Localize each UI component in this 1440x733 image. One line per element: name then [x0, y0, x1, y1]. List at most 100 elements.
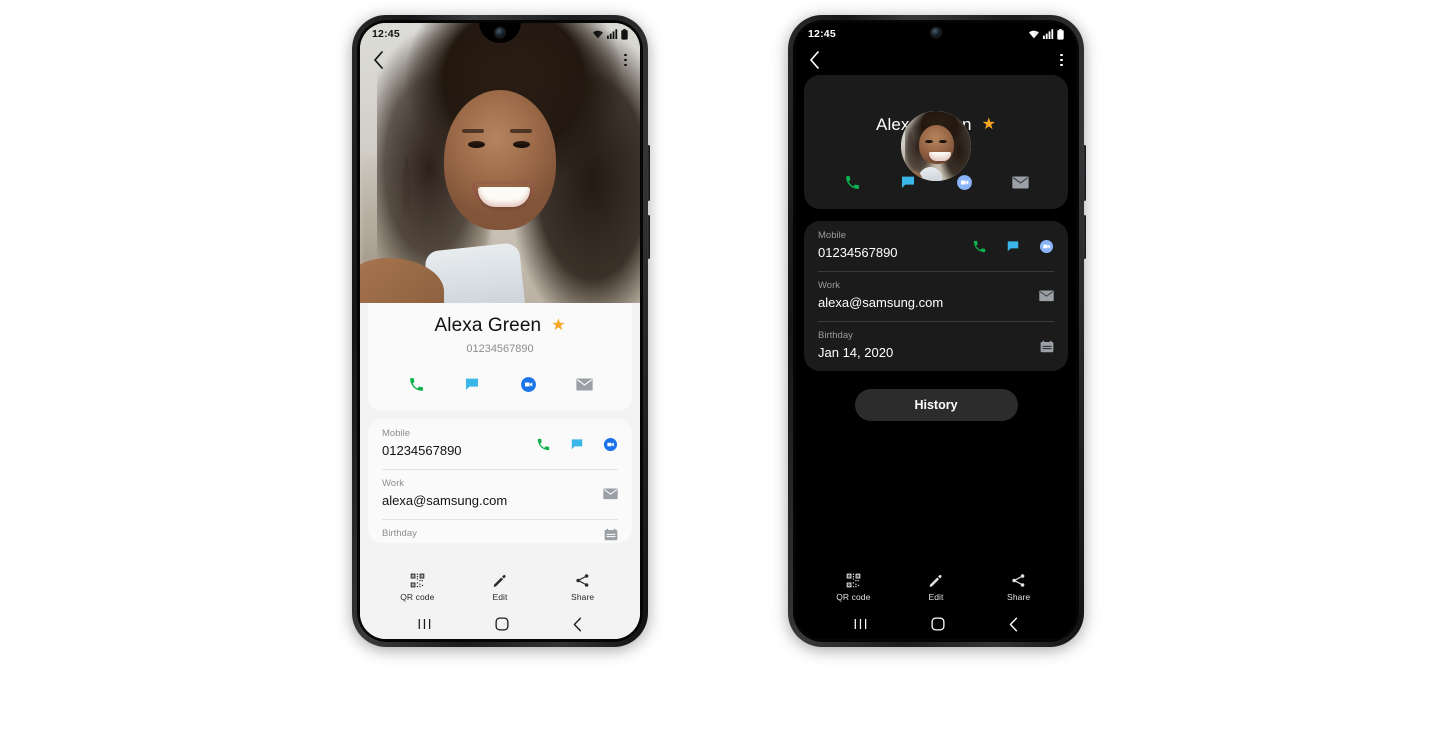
toolbar-qr-code[interactable]: QR code	[823, 573, 883, 602]
toolbar-share[interactable]: Share	[989, 573, 1049, 602]
message-icon[interactable]	[1006, 239, 1020, 253]
app-bar	[796, 45, 1076, 75]
toolbar-label: QR code	[400, 591, 435, 602]
back-nav-icon[interactable]	[572, 617, 583, 632]
detail-row-mobile[interactable]: Mobile 01234567890	[804, 221, 1068, 271]
detail-row-birthday[interactable]: Birthday	[368, 519, 632, 543]
home-icon[interactable]	[931, 617, 945, 631]
contact-details-card: Mobile 01234567890 Work alexa@samsung.co…	[804, 221, 1068, 371]
back-icon[interactable]	[809, 51, 820, 69]
phone-icon[interactable]	[536, 437, 551, 452]
recents-icon[interactable]	[417, 617, 432, 631]
signal-icon	[607, 29, 618, 39]
detail-actions	[1029, 290, 1054, 302]
message-icon[interactable]	[570, 437, 584, 451]
contact-avatar[interactable]	[901, 111, 971, 181]
contact-name-row: Alexa Green ★	[368, 315, 632, 337]
detail-row-work[interactable]: Work alexa@samsung.com	[368, 469, 632, 519]
qr-code-icon	[410, 573, 425, 587]
pencil-icon	[930, 574, 943, 587]
detail-value: alexa@samsung.com	[818, 294, 944, 310]
toolbar-label: Edit	[928, 591, 944, 602]
duo-video-icon[interactable]	[603, 437, 618, 452]
volume-button[interactable]	[1083, 145, 1086, 201]
share-icon	[576, 573, 589, 587]
quick-actions-row	[368, 371, 632, 397]
bottom-toolbar: QR code Edit Share	[796, 565, 1076, 609]
phone-screen-light: 12:45 Alexa Green ★ 01234567890 Mobile 0…	[360, 23, 640, 639]
message-icon	[466, 378, 478, 390]
history-button-wrap: History	[796, 389, 1076, 421]
phone-dark-mode: 12:45 Alexa ★ Mobile 01234567890 Work al…	[788, 15, 1086, 647]
wifi-icon	[1029, 30, 1039, 39]
email-button[interactable]	[571, 371, 597, 397]
power-button[interactable]	[647, 215, 650, 259]
calendar-icon[interactable]	[1040, 340, 1054, 353]
detail-value: 01234567890	[818, 244, 898, 260]
detail-actions	[962, 239, 1054, 254]
phone-icon	[409, 377, 423, 391]
message-button[interactable]	[459, 371, 485, 397]
toolbar-edit[interactable]: Edit	[470, 573, 530, 602]
pencil-icon	[494, 574, 507, 587]
toolbar-label: Edit	[492, 591, 508, 602]
history-button[interactable]: History	[854, 389, 1018, 421]
status-clock: 12:45	[808, 28, 836, 40]
more-options-icon[interactable]	[1060, 53, 1063, 67]
phone-light-mode: 12:45 Alexa Green ★ 01234567890 Mobile 0…	[352, 15, 650, 647]
more-options-icon[interactable]	[624, 53, 627, 67]
status-icons	[1028, 28, 1064, 40]
call-button[interactable]	[839, 169, 865, 195]
qr-code-icon	[846, 573, 861, 587]
detail-label: Mobile	[818, 230, 846, 241]
power-button[interactable]	[1083, 215, 1086, 259]
detail-row-work[interactable]: Work alexa@samsung.com	[804, 271, 1068, 321]
mail-icon[interactable]	[1039, 290, 1054, 302]
contact-header-card: Alexa Green ★ 01234567890	[368, 303, 632, 411]
back-icon[interactable]	[373, 51, 384, 69]
status-bar: 12:45	[360, 23, 640, 45]
bottom-toolbar: QR code Edit Share	[360, 565, 640, 609]
contact-photo-art	[901, 111, 971, 181]
detail-label: Work	[818, 280, 840, 291]
toolbar-label: Share	[571, 591, 595, 602]
phone-icon[interactable]	[972, 239, 987, 254]
share-icon	[1012, 573, 1025, 587]
calendar-icon[interactable]	[604, 528, 618, 541]
status-icons	[592, 28, 628, 40]
detail-label: Work	[382, 478, 404, 489]
video-call-button[interactable]	[515, 371, 541, 397]
phone-screen-dark: 12:45 Alexa ★ Mobile 01234567890 Work al…	[796, 23, 1076, 639]
phone-icon	[845, 175, 859, 189]
toolbar-label: Share	[1007, 591, 1031, 602]
detail-row-mobile[interactable]: Mobile 01234567890	[368, 419, 632, 469]
favorite-star-icon[interactable]: ★	[982, 117, 996, 133]
recents-icon[interactable]	[853, 617, 868, 631]
signal-icon	[1043, 29, 1054, 39]
system-nav-bar	[360, 609, 640, 639]
duo-video-icon	[520, 376, 536, 392]
email-button[interactable]	[1007, 169, 1033, 195]
favorite-star-icon[interactable]: ★	[551, 318, 565, 334]
battery-icon	[1057, 28, 1064, 40]
detail-value: alexa@samsung.com	[382, 492, 508, 508]
detail-row-birthday[interactable]: Birthday Jan 14, 2020	[804, 321, 1068, 371]
home-icon[interactable]	[495, 617, 509, 631]
contact-name: Alexa Green	[434, 315, 542, 336]
battery-icon	[621, 28, 628, 40]
toolbar-qr-code[interactable]: QR code	[387, 573, 447, 602]
detail-label: Mobile	[382, 428, 410, 439]
toolbar-share[interactable]: Share	[553, 573, 613, 602]
volume-button[interactable]	[647, 145, 650, 201]
toolbar-edit[interactable]: Edit	[906, 573, 966, 602]
detail-actions	[593, 488, 618, 500]
detail-label: Birthday	[382, 528, 417, 540]
detail-actions	[594, 528, 618, 541]
detail-value: Jan 14, 2020	[818, 344, 894, 360]
call-button[interactable]	[403, 371, 429, 397]
back-nav-icon[interactable]	[1008, 617, 1019, 632]
status-bar: 12:45	[796, 23, 1076, 45]
duo-video-icon[interactable]	[1039, 239, 1054, 254]
mail-icon[interactable]	[603, 488, 618, 500]
app-bar	[360, 45, 640, 75]
